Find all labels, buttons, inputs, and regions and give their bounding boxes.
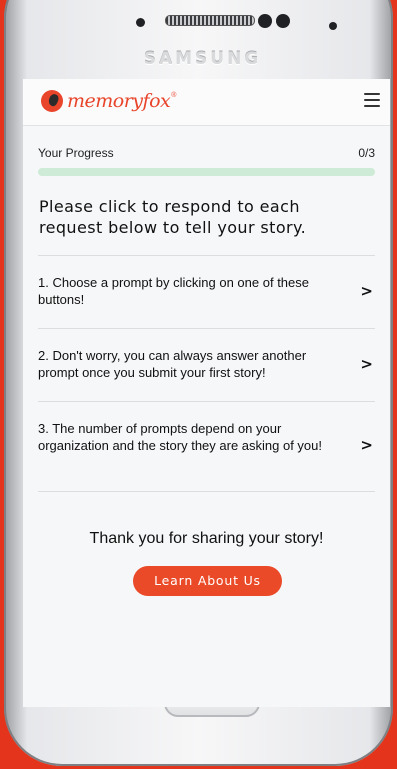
hamburger-menu-icon[interactable]	[364, 93, 380, 107]
logo-trademark: ®	[171, 92, 177, 99]
progress-count: 0/3	[358, 146, 375, 160]
memoryfox-logo[interactable]: memoryfox ®	[41, 90, 176, 112]
camera-lens-icon	[276, 14, 290, 28]
prompt-text: 3. The number of prompts depend on your …	[38, 421, 323, 453]
top-navigation-bar: memoryfox ®	[23, 79, 390, 126]
progress-label: Your Progress	[38, 146, 114, 160]
prompt-item-1[interactable]: 1. Choose a prompt by clicking on one of…	[38, 255, 375, 328]
thank-you-message: Thank you for sharing your story!	[89, 530, 324, 547]
learn-about-us-button[interactable]: Learn About Us	[133, 566, 282, 596]
prompt-text: 2. Don't worry, you can always answer an…	[38, 348, 307, 380]
device-brand: SAMSUNG	[143, 49, 262, 69]
prompt-item-3[interactable]: 3. The number of prompts depend on your …	[38, 401, 375, 492]
proximity-sensor-icon	[329, 22, 337, 30]
earpiece-speaker	[165, 15, 255, 26]
logo-wordmark: memoryfox	[67, 90, 171, 112]
chevron-right-icon: >	[360, 436, 373, 454]
front-sensor-icon	[136, 18, 145, 27]
prompt-list: 1. Choose a prompt by clicking on one of…	[38, 255, 375, 492]
camera-lens-icon	[258, 14, 272, 28]
prompt-item-2[interactable]: 2. Don't worry, you can always answer an…	[38, 328, 375, 401]
prompt-text: 1. Choose a prompt by clicking on one of…	[38, 275, 309, 307]
app-screen: memoryfox ® Your Progress 0/3 Please cli…	[23, 79, 390, 707]
chevron-right-icon: >	[360, 282, 373, 300]
page-heading: Please click to respond to each request …	[39, 197, 307, 237]
progress-bar	[38, 168, 375, 176]
fox-logo-icon	[41, 90, 63, 112]
chevron-right-icon: >	[360, 355, 373, 373]
